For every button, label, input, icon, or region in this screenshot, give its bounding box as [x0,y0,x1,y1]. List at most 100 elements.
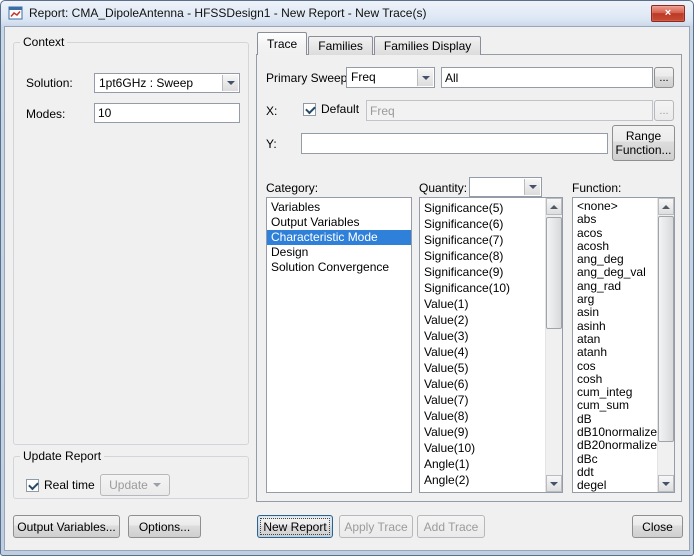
function-item[interactable]: arg [573,293,657,306]
function-item[interactable]: ang_rad [573,280,657,293]
new-report-label: New Report [263,517,326,537]
trace-tab-panel: Primary Sweep: Freq ... X: Default ... Y… [256,54,682,502]
x-default-checkbox[interactable]: Default [303,102,359,116]
quantity-item[interactable]: Angle(1) [420,456,545,472]
quantity-item[interactable]: Significance(5) [420,200,545,216]
dialog-body: Context Solution: 1pt6GHz : Sweep Modes:… [4,26,690,551]
function-item[interactable]: dB [573,413,657,426]
x-more-button: ... [654,100,674,121]
category-item[interactable]: Output Variables [267,215,411,230]
scroll-down-icon [550,482,558,486]
function-item[interactable]: dB10normalize [573,426,657,439]
category-item[interactable]: Characteristic Mode [267,230,411,245]
checkmark-icon [26,479,39,492]
output-variables-label: Output Variables... [17,517,116,537]
quantity-item[interactable]: Value(4) [420,344,545,360]
function-item[interactable]: atanh [573,346,657,359]
tab-families-display[interactable]: Families Display [374,36,481,55]
category-label: Category: [266,181,318,195]
scrollbar-thumb[interactable] [546,217,562,329]
function-scrollbar[interactable] [657,198,674,492]
chevron-down-icon [417,69,433,86]
solution-label: Solution: [26,76,73,90]
quantity-item[interactable]: Significance(9) [420,264,545,280]
update-report-group: Update Report Real time Update [13,449,249,499]
context-group: Context Solution: 1pt6GHz : Sweep Modes: [13,35,249,445]
scroll-down-button[interactable] [658,475,674,492]
scroll-up-button[interactable] [658,198,674,215]
x-value-field [366,100,653,121]
quantity-item[interactable]: Significance(6) [420,216,545,232]
function-item[interactable]: abs [573,213,657,226]
tab-trace[interactable]: Trace [257,32,307,55]
function-list[interactable]: <none>absacosacoshang_degang_deg_valang_… [572,197,675,493]
range-function-label: Range Function... [615,129,672,157]
function-item[interactable]: dBc [573,453,657,466]
function-item[interactable]: degel [573,479,657,492]
category-item[interactable]: Variables [267,200,411,215]
options-label: Options... [139,517,190,537]
quantity-item[interactable]: Value(10) [420,440,545,456]
quantity-item[interactable]: Angle(2) [420,472,545,488]
output-variables-button[interactable]: Output Variables... [13,515,120,538]
scroll-up-icon [662,205,670,209]
function-label: Function: [572,181,621,195]
function-item[interactable]: cos [573,360,657,373]
new-report-button[interactable]: New Report [257,515,333,538]
quantity-dropdown[interactable] [469,177,542,197]
quantity-item[interactable]: Value(7) [420,392,545,408]
quantity-item[interactable]: Significance(10) [420,280,545,296]
function-item[interactable]: acos [573,227,657,240]
function-item[interactable]: ang_deg_val [573,266,657,279]
quantity-item[interactable]: Value(1) [420,296,545,312]
options-button[interactable]: Options... [128,515,201,538]
category-list[interactable]: VariablesOutput VariablesCharacteristic … [266,197,412,493]
tab-families[interactable]: Families [308,36,373,55]
function-item[interactable]: cosh [573,373,657,386]
quantity-scrollbar[interactable] [545,198,562,492]
range-function-button[interactable]: Range Function... [612,125,675,161]
function-item[interactable]: ang_deg [573,253,657,266]
sweep-values-more-button[interactable]: ... [654,67,674,88]
y-axis-label: Y: [266,137,277,151]
function-item[interactable]: ddt [573,466,657,479]
quantity-item[interactable]: Significance(8) [420,248,545,264]
apply-trace-button: Apply Trace [339,515,413,538]
category-item[interactable]: Solution Convergence [267,260,411,275]
real-time-checkbox[interactable]: Real time [26,478,95,492]
quantity-item[interactable]: Value(6) [420,376,545,392]
scroll-up-button[interactable] [546,198,562,215]
context-group-label: Context [20,35,67,49]
ellipsis-label: ... [659,101,668,121]
close-dialog-button[interactable]: Close [632,515,683,538]
scrollbar-thumb[interactable] [658,216,674,442]
function-item[interactable]: cum_integ [573,386,657,399]
chevron-down-icon [153,483,161,487]
function-item[interactable]: acosh [573,240,657,253]
close-button[interactable]: × [651,5,685,22]
quantity-list[interactable]: Significance(5)Significance(6)Significan… [419,197,563,493]
quantity-item[interactable]: Significance(7) [420,232,545,248]
function-item[interactable]: asin [573,306,657,319]
quantity-item[interactable]: Value(5) [420,360,545,376]
scroll-down-icon [662,482,670,486]
y-value-field[interactable] [301,133,608,154]
function-item[interactable]: dB20normalize [573,439,657,452]
quantity-item[interactable]: Value(9) [420,424,545,440]
real-time-label: Real time [44,478,95,492]
quantity-item[interactable]: Value(8) [420,408,545,424]
scroll-down-button[interactable] [546,475,562,492]
function-item[interactable]: cum_sum [573,399,657,412]
quantity-item[interactable]: Value(3) [420,328,545,344]
function-item[interactable]: asinh [573,320,657,333]
tab-strip: Trace Families Families Display [257,32,482,55]
primary-sweep-dropdown[interactable]: Freq [346,67,435,88]
function-item[interactable]: atan [573,333,657,346]
modes-input[interactable] [94,103,240,123]
quantity-item[interactable]: Value(2) [420,312,545,328]
solution-dropdown[interactable]: 1pt6GHz : Sweep [94,73,240,93]
function-item[interactable]: <none> [573,200,657,213]
update-button: Update [100,474,170,496]
sweep-values-field[interactable] [441,67,653,88]
category-item[interactable]: Design [267,245,411,260]
